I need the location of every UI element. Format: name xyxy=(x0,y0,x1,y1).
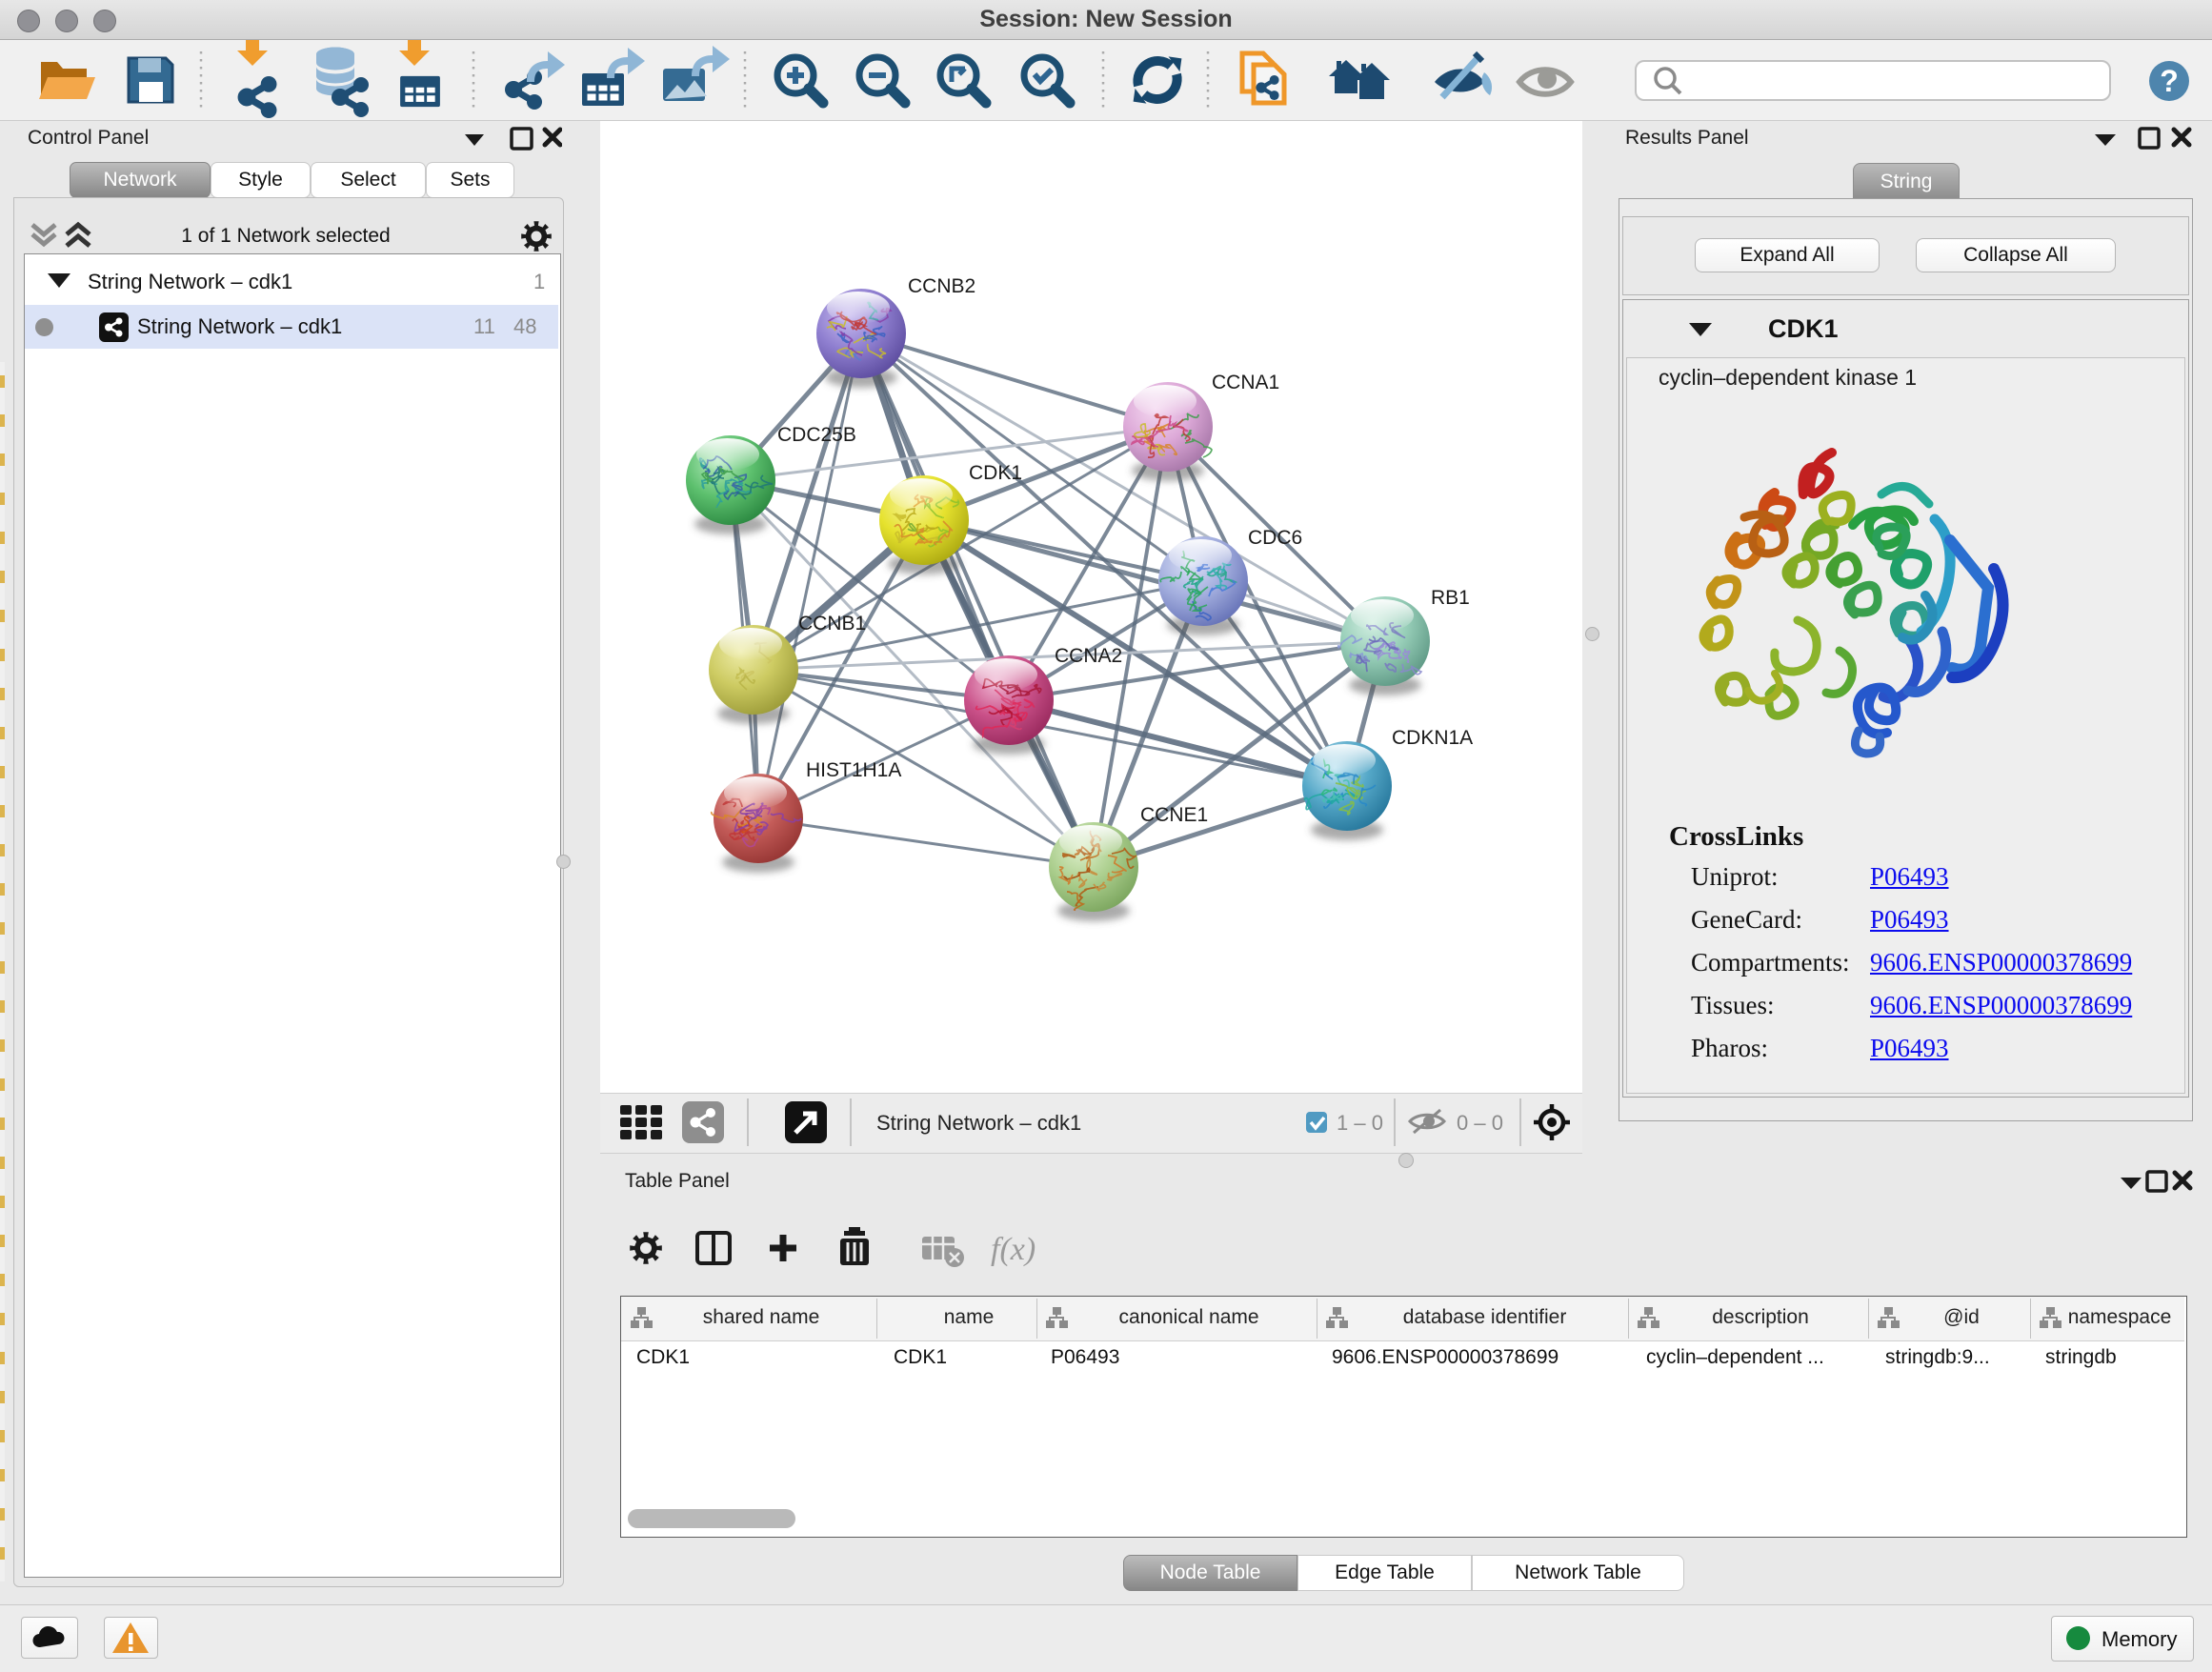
svg-text:CDC25B: CDC25B xyxy=(777,424,856,446)
svg-text:CDKN1A: CDKN1A xyxy=(1392,727,1473,749)
svg-text:CCNE1: CCNE1 xyxy=(1140,804,1208,826)
svg-text:String Network – cdk1: String Network – cdk1 xyxy=(876,1111,1081,1135)
svg-text:CDK1: CDK1 xyxy=(969,462,1022,484)
svg-text:CCNB2: CCNB2 xyxy=(908,275,975,297)
svg-text:RB1: RB1 xyxy=(1431,587,1470,609)
svg-text:0 – 0: 0 – 0 xyxy=(1457,1111,1503,1135)
svg-text:HIST1H1A: HIST1H1A xyxy=(806,759,901,781)
svg-text:CCNB1: CCNB1 xyxy=(798,613,866,635)
svg-text:?: ? xyxy=(2160,64,2179,98)
svg-text:CCNA2: CCNA2 xyxy=(1055,645,1122,667)
svg-text:CDC6: CDC6 xyxy=(1248,527,1302,549)
svg-text:CCNA1: CCNA1 xyxy=(1212,372,1279,393)
svg-text:f(x): f(x) xyxy=(991,1232,1036,1267)
svg-text:1 – 0: 1 – 0 xyxy=(1337,1111,1383,1135)
